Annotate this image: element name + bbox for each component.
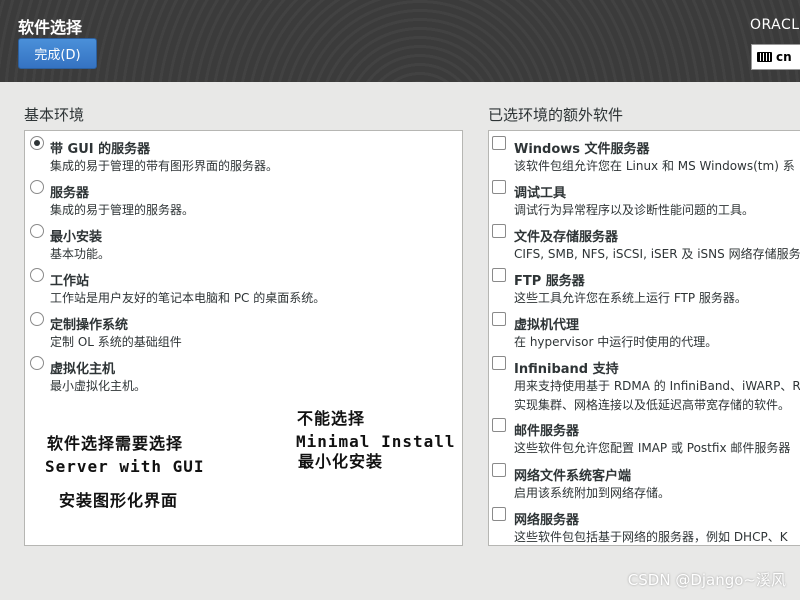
- checkbox[interactable]: [492, 463, 506, 477]
- addon-name: 网络服务器: [514, 513, 580, 528]
- radio-button[interactable]: [30, 180, 44, 194]
- radio-button-selected[interactable]: [30, 136, 44, 150]
- env-option-custom-os[interactable]: 定制操作系统 定制 OL 系统的基础组件: [25, 309, 462, 353]
- env-option-desc: 集成的易于管理的带有图形界面的服务器。: [50, 159, 279, 173]
- radio-button[interactable]: [30, 224, 44, 238]
- header-bar: 软件选择 完成(D) ORACLE cn: [0, 0, 800, 82]
- env-option-server-with-gui[interactable]: 带 GUI 的服务器 集成的易于管理的带有图形界面的服务器。: [25, 133, 462, 177]
- addon-name: 网络文件系统客户端: [514, 469, 632, 484]
- addon-name: Windows 文件服务器: [514, 142, 650, 157]
- env-option-name: 服务器: [50, 186, 90, 201]
- addon-file-storage-server[interactable]: 文件及存储服务器 CIFS, SMB, NFS, iSCSI, iSER 及 i…: [489, 221, 800, 265]
- env-option-desc: 定制 OL 系统的基础组件: [50, 335, 182, 349]
- checkbox[interactable]: [492, 418, 506, 432]
- annotation-left-line3: 安装图形化界面: [59, 491, 179, 510]
- checkbox[interactable]: [492, 507, 506, 521]
- addon-desc: 调试行为异常程序以及诊断性能问题的工具。: [514, 203, 755, 217]
- checkbox[interactable]: [492, 136, 506, 150]
- brand-logo-text: ORACLE: [750, 17, 800, 33]
- addon-name: 虚拟机代理: [514, 318, 580, 333]
- addon-desc-line2: 实现集群、网格连接以及低延迟高带宽存储的软件。: [514, 398, 791, 412]
- base-environment-list: 带 GUI 的服务器 集成的易于管理的带有图形界面的服务器。 服务器 集成的易于…: [24, 130, 463, 546]
- addon-name: Infiniband 支持: [514, 362, 619, 377]
- watermark: CSDN @Django~溪风: [627, 571, 786, 589]
- addon-mail-server[interactable]: 邮件服务器 这些软件包允许您配置 IMAP 或 Postfix 邮件服务器: [489, 415, 800, 459]
- addon-name: FTP 服务器: [514, 274, 585, 289]
- checkbox[interactable]: [492, 356, 506, 370]
- addon-infiniband-support[interactable]: Infiniband 支持 用来支持使用基于 RDMA 的 InfiniBand…: [489, 353, 800, 417]
- base-environment-heading: 基本环境: [24, 106, 85, 124]
- keyboard-icon: [757, 52, 772, 62]
- env-option-desc: 基本功能。: [50, 247, 111, 261]
- env-option-workstation[interactable]: 工作站 工作站是用户友好的笔记本电脑和 PC 的桌面系统。: [25, 265, 462, 309]
- env-option-desc: 集成的易于管理的服务器。: [50, 203, 195, 217]
- addon-name: 邮件服务器: [514, 424, 580, 439]
- addon-desc: 启用该系统附加到网络存储。: [514, 486, 671, 500]
- checkbox[interactable]: [492, 224, 506, 238]
- env-option-desc: 工作站是用户友好的笔记本电脑和 PC 的桌面系统。: [50, 291, 326, 305]
- addon-debugging-tools[interactable]: 调试工具 调试行为异常程序以及诊断性能问题的工具。: [489, 177, 800, 221]
- annotation-left-line2: Server with GUI: [45, 457, 205, 476]
- addons-heading: 已选环境的额外软件: [488, 106, 624, 124]
- addon-desc: 这些工具允许您在系统上运行 FTP 服务器。: [514, 291, 747, 305]
- done-button[interactable]: 完成(D): [18, 38, 97, 69]
- addon-ftp-server[interactable]: FTP 服务器 这些工具允许您在系统上运行 FTP 服务器。: [489, 265, 800, 309]
- env-option-name: 最小安装: [50, 230, 103, 245]
- env-option-desc: 最小虚拟化主机。: [50, 379, 147, 393]
- addon-desc: 这些软件包允许您配置 IMAP 或 Postfix 邮件服务器: [514, 441, 791, 455]
- addon-guest-agents[interactable]: 虚拟机代理 在 hypervisor 中运行时使用的代理。: [489, 309, 800, 353]
- page-title: 软件选择: [18, 18, 83, 37]
- addon-desc: 用来支持使用基于 RDMA 的 InfiniBand、iWARP、R: [514, 379, 800, 393]
- checkbox[interactable]: [492, 268, 506, 282]
- addon-nfs-client[interactable]: 网络文件系统客户端 启用该系统附加到网络存储。: [489, 460, 800, 504]
- keyboard-layout-label: cn: [776, 50, 792, 64]
- addon-windows-file-server[interactable]: Windows 文件服务器 该软件包组允许您在 Linux 和 MS Windo…: [489, 133, 800, 177]
- radio-button[interactable]: [30, 268, 44, 282]
- radio-button[interactable]: [30, 312, 44, 326]
- addon-name: 调试工具: [514, 186, 567, 201]
- env-option-name: 工作站: [50, 274, 90, 289]
- addon-desc: CIFS, SMB, NFS, iSCSI, iSER 及 iSNS 网络存储服…: [514, 247, 800, 261]
- env-option-virtualization-host[interactable]: 虚拟化主机 最小虚拟化主机。: [25, 353, 462, 397]
- addon-desc: 该软件包组允许您在 Linux 和 MS Windows(tm) 系: [514, 159, 795, 173]
- env-option-name: 定制操作系统: [50, 318, 129, 333]
- env-option-server[interactable]: 服务器 集成的易于管理的服务器。: [25, 177, 462, 221]
- keyboard-layout-indicator[interactable]: cn: [751, 44, 800, 70]
- radio-button[interactable]: [30, 356, 44, 370]
- addon-network-servers[interactable]: 网络服务器 这些软件包包括基于网络的服务器，例如 DHCP、K: [489, 504, 800, 545]
- addons-list: Windows 文件服务器 该软件包组允许您在 Linux 和 MS Windo…: [488, 130, 800, 546]
- checkbox[interactable]: [492, 180, 506, 194]
- checkbox[interactable]: [492, 312, 506, 326]
- addon-name: 文件及存储服务器: [514, 230, 619, 245]
- env-option-name: 带 GUI 的服务器: [50, 142, 151, 157]
- addon-desc: 这些软件包包括基于网络的服务器，例如 DHCP、K: [514, 530, 788, 544]
- env-option-minimal-install[interactable]: 最小安装 基本功能。: [25, 221, 462, 265]
- env-option-name: 虚拟化主机: [50, 362, 116, 377]
- addon-desc: 在 hypervisor 中运行时使用的代理。: [514, 335, 718, 349]
- annotation-right-line3: 最小化安装: [298, 452, 384, 471]
